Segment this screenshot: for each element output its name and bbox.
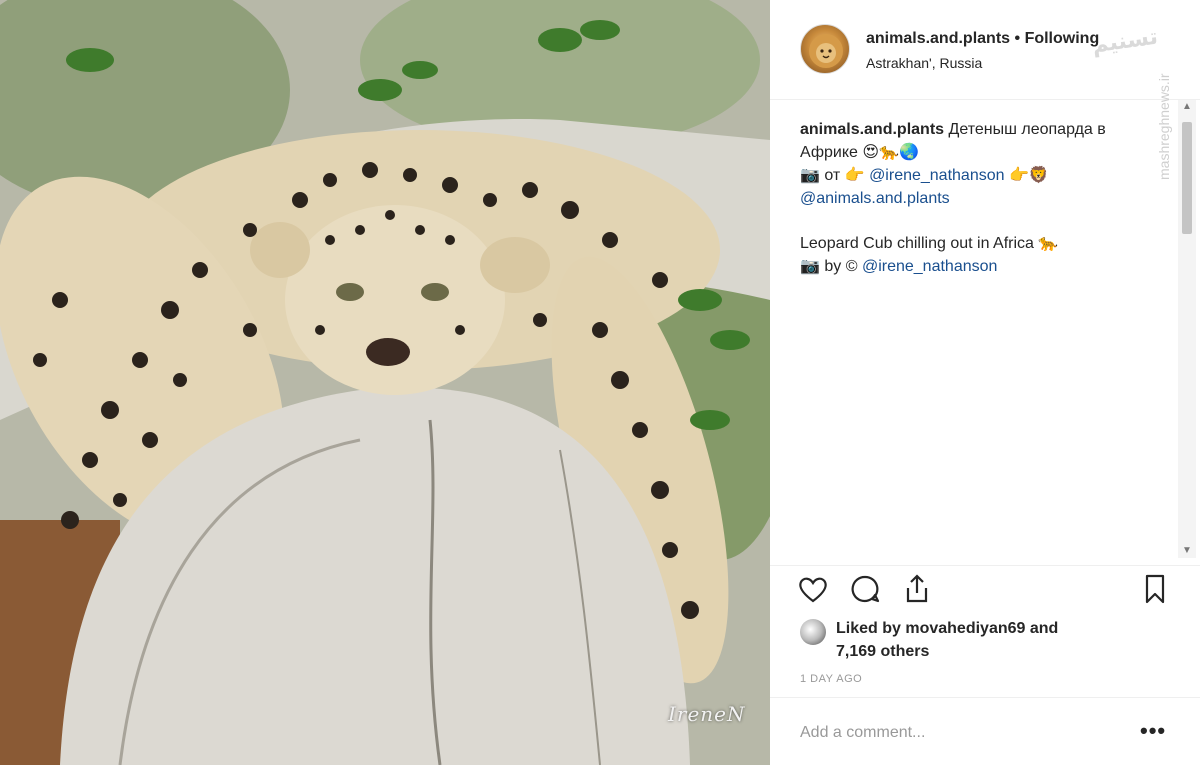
comment-icon <box>851 575 880 603</box>
heart-icon <box>799 577 827 603</box>
post-photo[interactable]: IreneN <box>0 0 770 765</box>
account-mention-link[interactable]: @animals.and.plants <box>800 187 1170 210</box>
leopard-photo <box>0 0 770 765</box>
post-side-panel: animals.and.plants • Following Astrakhan… <box>770 0 1200 765</box>
caption-block: animals.and.plants Детеныш леопарда в Аф… <box>800 118 1170 278</box>
caption-english-credit: 📷 by © @irene_nathanson <box>800 255 1170 278</box>
likes-text: Liked by movahediyan69 and 7,169 others <box>836 617 1136 663</box>
likes-prefix: Liked by <box>836 620 901 637</box>
photographer-mention-link[interactable]: @irene_nathanson <box>869 167 1004 184</box>
header-separator: • <box>1014 30 1021 47</box>
follow-status-button[interactable]: Following <box>1025 30 1100 47</box>
post-location[interactable]: Astrakhan', Russia <box>866 55 982 71</box>
english-credit-prefix: 📷 by © <box>800 258 858 275</box>
header-username[interactable]: animals.and.plants <box>866 30 1010 47</box>
caption-credit-prefix: 📷 от 👉 <box>800 167 865 184</box>
caption-line-1: animals.and.plants Детеныш леопарда в <box>800 118 1170 141</box>
add-comment-input[interactable] <box>800 720 1130 746</box>
scroll-thumb[interactable] <box>1182 122 1192 234</box>
post-timestamp[interactable]: 1 DAY AGO <box>800 673 862 685</box>
save-button[interactable] <box>1138 572 1172 606</box>
caption-english-line: Leopard Cub chilling out in Africa 🐆 <box>800 235 1059 252</box>
side-watermark: mashreghnews.ir <box>1156 73 1172 180</box>
scroll-up-arrow-icon[interactable]: ▲ <box>1178 100 1196 114</box>
lion-avatar-image <box>809 34 843 68</box>
caption-line-2: Африке 😍🐆🌏 <box>800 144 919 161</box>
action-bar <box>770 565 1200 613</box>
share-button[interactable] <box>900 572 934 606</box>
comment-composer: ••• <box>770 697 1200 765</box>
scroll-down-arrow-icon[interactable]: ▼ <box>1178 544 1196 558</box>
liker-avatar[interactable] <box>800 619 826 645</box>
like-button[interactable] <box>796 572 830 606</box>
news-watermark: تسنیم <box>1090 23 1160 58</box>
caption-russian-text: Детеныш леопарда в <box>948 121 1106 138</box>
more-options-icon[interactable]: ••• <box>1140 720 1166 742</box>
bookmark-icon <box>1145 574 1165 604</box>
share-icon <box>906 574 928 603</box>
profile-avatar[interactable] <box>800 24 850 74</box>
photo-credit-signature: IreneN <box>668 702 746 726</box>
liker-username[interactable]: movahediyan69 <box>905 620 1025 637</box>
post-header: animals.and.plants • Following Astrakhan… <box>770 0 1200 100</box>
likes-others-link[interactable]: 7,169 others <box>836 643 929 660</box>
caption-username[interactable]: animals.and.plants <box>800 121 944 138</box>
likes-and: and <box>1029 620 1059 637</box>
caption-line-3: 📷 от 👉 @irene_nathanson 👉🦁 <box>800 164 1170 187</box>
comment-button[interactable] <box>848 572 882 606</box>
header-username-line[interactable]: animals.and.plants • Following <box>866 30 1099 48</box>
caption-credit-suffix: 👉🦁 <box>1008 167 1049 184</box>
english-photographer-link[interactable]: @irene_nathanson <box>862 258 997 275</box>
comments-scrollbar[interactable]: ▲ ▼ <box>1178 100 1196 558</box>
